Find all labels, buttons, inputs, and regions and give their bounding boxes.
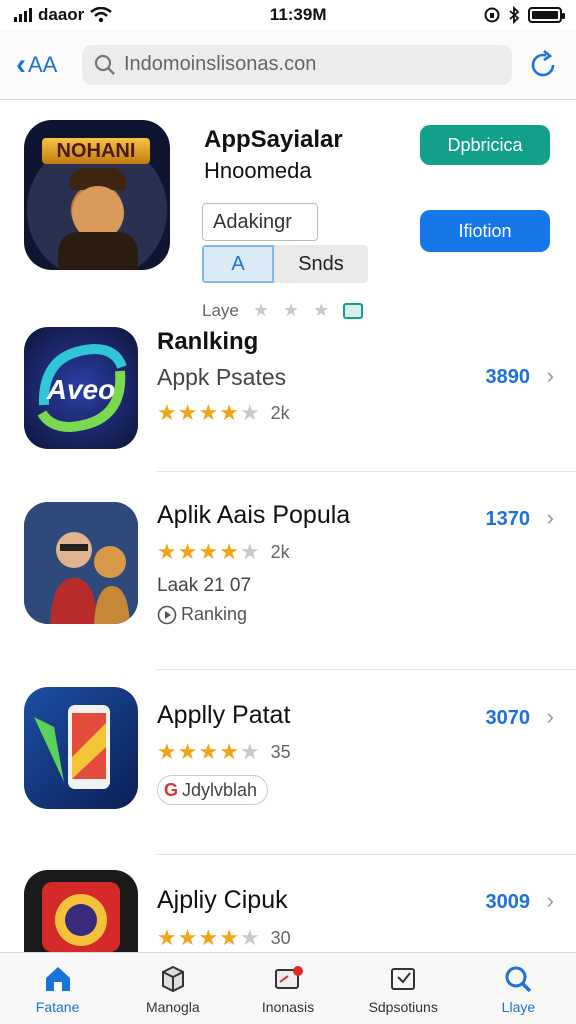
chevron-right-icon: › [546, 888, 554, 913]
item-title: Ranlking [157, 328, 259, 355]
reload-icon[interactable] [526, 48, 560, 82]
segment-a[interactable]: A [202, 245, 274, 283]
clock: 11:39M [269, 5, 327, 24]
tab-label: Fatane [35, 998, 80, 1015]
rating-stars: ★ ★ ★ ★ ★ 35 [157, 739, 291, 764]
rating-stars: ★ ★ ★ ★ ★ 2k [157, 539, 290, 564]
ranking-text: Ranking [181, 604, 248, 624]
app-icon: Aveo [24, 327, 138, 449]
address-bar[interactable]: Indomoinslisonas.con [82, 44, 512, 85]
featured-app-icon[interactable]: NOHANI [24, 120, 170, 270]
app-icon [24, 870, 138, 952]
tag-text: Jdylvblah [182, 779, 258, 800]
tab-label: Sdpsotiuns [368, 998, 438, 1015]
play-circle-icon [157, 605, 177, 624]
list-item[interactable]: Aplik Aais Popula ★ ★ ★ ★ ★ 2k Laak 21 07 Ra… [0, 495, 576, 670]
rating-count: 30 [270, 927, 291, 948]
home-icon [45, 966, 70, 991]
carrier-label: daaor [38, 5, 85, 24]
price-button[interactable]: 3070 [486, 707, 531, 730]
chevron-left-icon: ‹ [16, 47, 26, 81]
navigation-bar: ‹ AA Indomoinslisonas.con [0, 30, 576, 100]
phone-artwork-icon [34, 705, 110, 789]
chevron-right-icon: › [546, 505, 554, 530]
tab-home[interactable]: Fatane [0, 953, 115, 1024]
search-icon [94, 54, 115, 75]
segmented-control: A Snds [202, 245, 368, 283]
secondary-action-button[interactable]: Ifiotion [420, 210, 550, 252]
orientation-lock-icon [484, 7, 500, 23]
star-icon: ★ [252, 300, 270, 320]
back-label: AA [28, 51, 58, 77]
item-title: Ajpliy Cipuk [157, 886, 288, 914]
message-icon [275, 965, 303, 989]
rating-count: 35 [270, 741, 291, 762]
chevron-right-icon: › [546, 704, 554, 729]
featured-app-title: AppSayialar [204, 126, 343, 153]
tab-search[interactable]: Llaye [461, 953, 576, 1024]
google-icon: G [164, 779, 179, 800]
rating-row: Laye ★ ★ ★ [202, 300, 364, 321]
back-button[interactable]: ‹ AA [16, 47, 68, 81]
rating-count: 2k [270, 402, 290, 423]
star-icon: ★ [313, 300, 330, 320]
divider [157, 854, 576, 855]
status-bar: daaor 11:39M [0, 0, 576, 30]
price-button[interactable]: 3890 [486, 366, 531, 389]
icon-banner-text: NOHANI [42, 138, 150, 164]
list-item[interactable]: Aveo Ranlking Appk Psates ★ ★ ★ ★ ★ 2k 3890 … [0, 320, 576, 472]
tab-manage[interactable]: Manogla [115, 953, 230, 1024]
app-icon [24, 502, 138, 624]
people-artwork-icon [24, 502, 138, 624]
tag-pill[interactable]: G Jdylvblah [157, 775, 269, 805]
wifi-icon [90, 7, 113, 23]
chevron-right-icon: › [546, 363, 554, 388]
download-icon [391, 967, 416, 990]
item-title: Aplik Aais Popula [157, 501, 351, 529]
segment-b[interactable]: Snds [274, 245, 368, 283]
price-button[interactable]: 3009 [486, 891, 531, 914]
item-title: Applly Patat [157, 701, 291, 729]
rating-label: Laye [202, 300, 239, 320]
tab-bar: Fatane Manogla Inonasis Sdpsotiuns Llaye [0, 952, 576, 1024]
app-icon [24, 687, 138, 809]
address-text: Indomoinslisonas.con [124, 53, 317, 75]
tab-label: Manogla [145, 998, 200, 1015]
ranking-label: Ranking [157, 604, 247, 625]
signal-icon [14, 8, 32, 22]
featured-app-subtitle: Hnoomeda [204, 158, 312, 183]
divider [157, 669, 576, 670]
rating-count: 2k [270, 541, 290, 562]
primary-action-button[interactable]: Dpbricica [420, 125, 550, 165]
swirl-logo-icon: Aveo [37, 343, 127, 433]
rating-stars: ★ ★ ★ ★ ★ 30 [157, 925, 291, 950]
featured-app: NOHANI AppSayialar Hnoomeda Dpbricica If… [0, 110, 576, 320]
price-button[interactable]: 1370 [486, 508, 531, 531]
badge-icon [343, 302, 364, 319]
tab-label: Inonasis [261, 998, 315, 1015]
gear-badge-icon [42, 882, 120, 952]
item-subtitle: Appk Psates [157, 364, 287, 390]
tab-notifications[interactable]: Inonasis [230, 953, 345, 1024]
item-meta: Laak 21 07 [157, 575, 252, 596]
icon-label: Aveo [46, 374, 115, 405]
rating-stars: ★ ★ ★ ★ ★ 2k [157, 400, 290, 425]
bluetooth-icon [509, 6, 520, 24]
list-item[interactable]: Applly Patat ★ ★ ★ ★ ★ 35 G Jdylvblah 3070 › [0, 685, 576, 860]
divider [157, 471, 576, 472]
text-field[interactable]: Adakingr [202, 203, 318, 241]
list-item[interactable]: Ajpliy Cipuk ★ ★ ★ ★ ★ 30 3009 › [0, 870, 576, 960]
battery-icon [528, 7, 565, 23]
box-icon [161, 965, 184, 992]
search-icon [505, 966, 532, 992]
star-icon: ★ [283, 300, 300, 320]
tab-label: Llaye [501, 998, 536, 1015]
tab-subscriptions[interactable]: Sdpsotiuns [346, 953, 461, 1024]
icon-character-body [58, 232, 138, 270]
